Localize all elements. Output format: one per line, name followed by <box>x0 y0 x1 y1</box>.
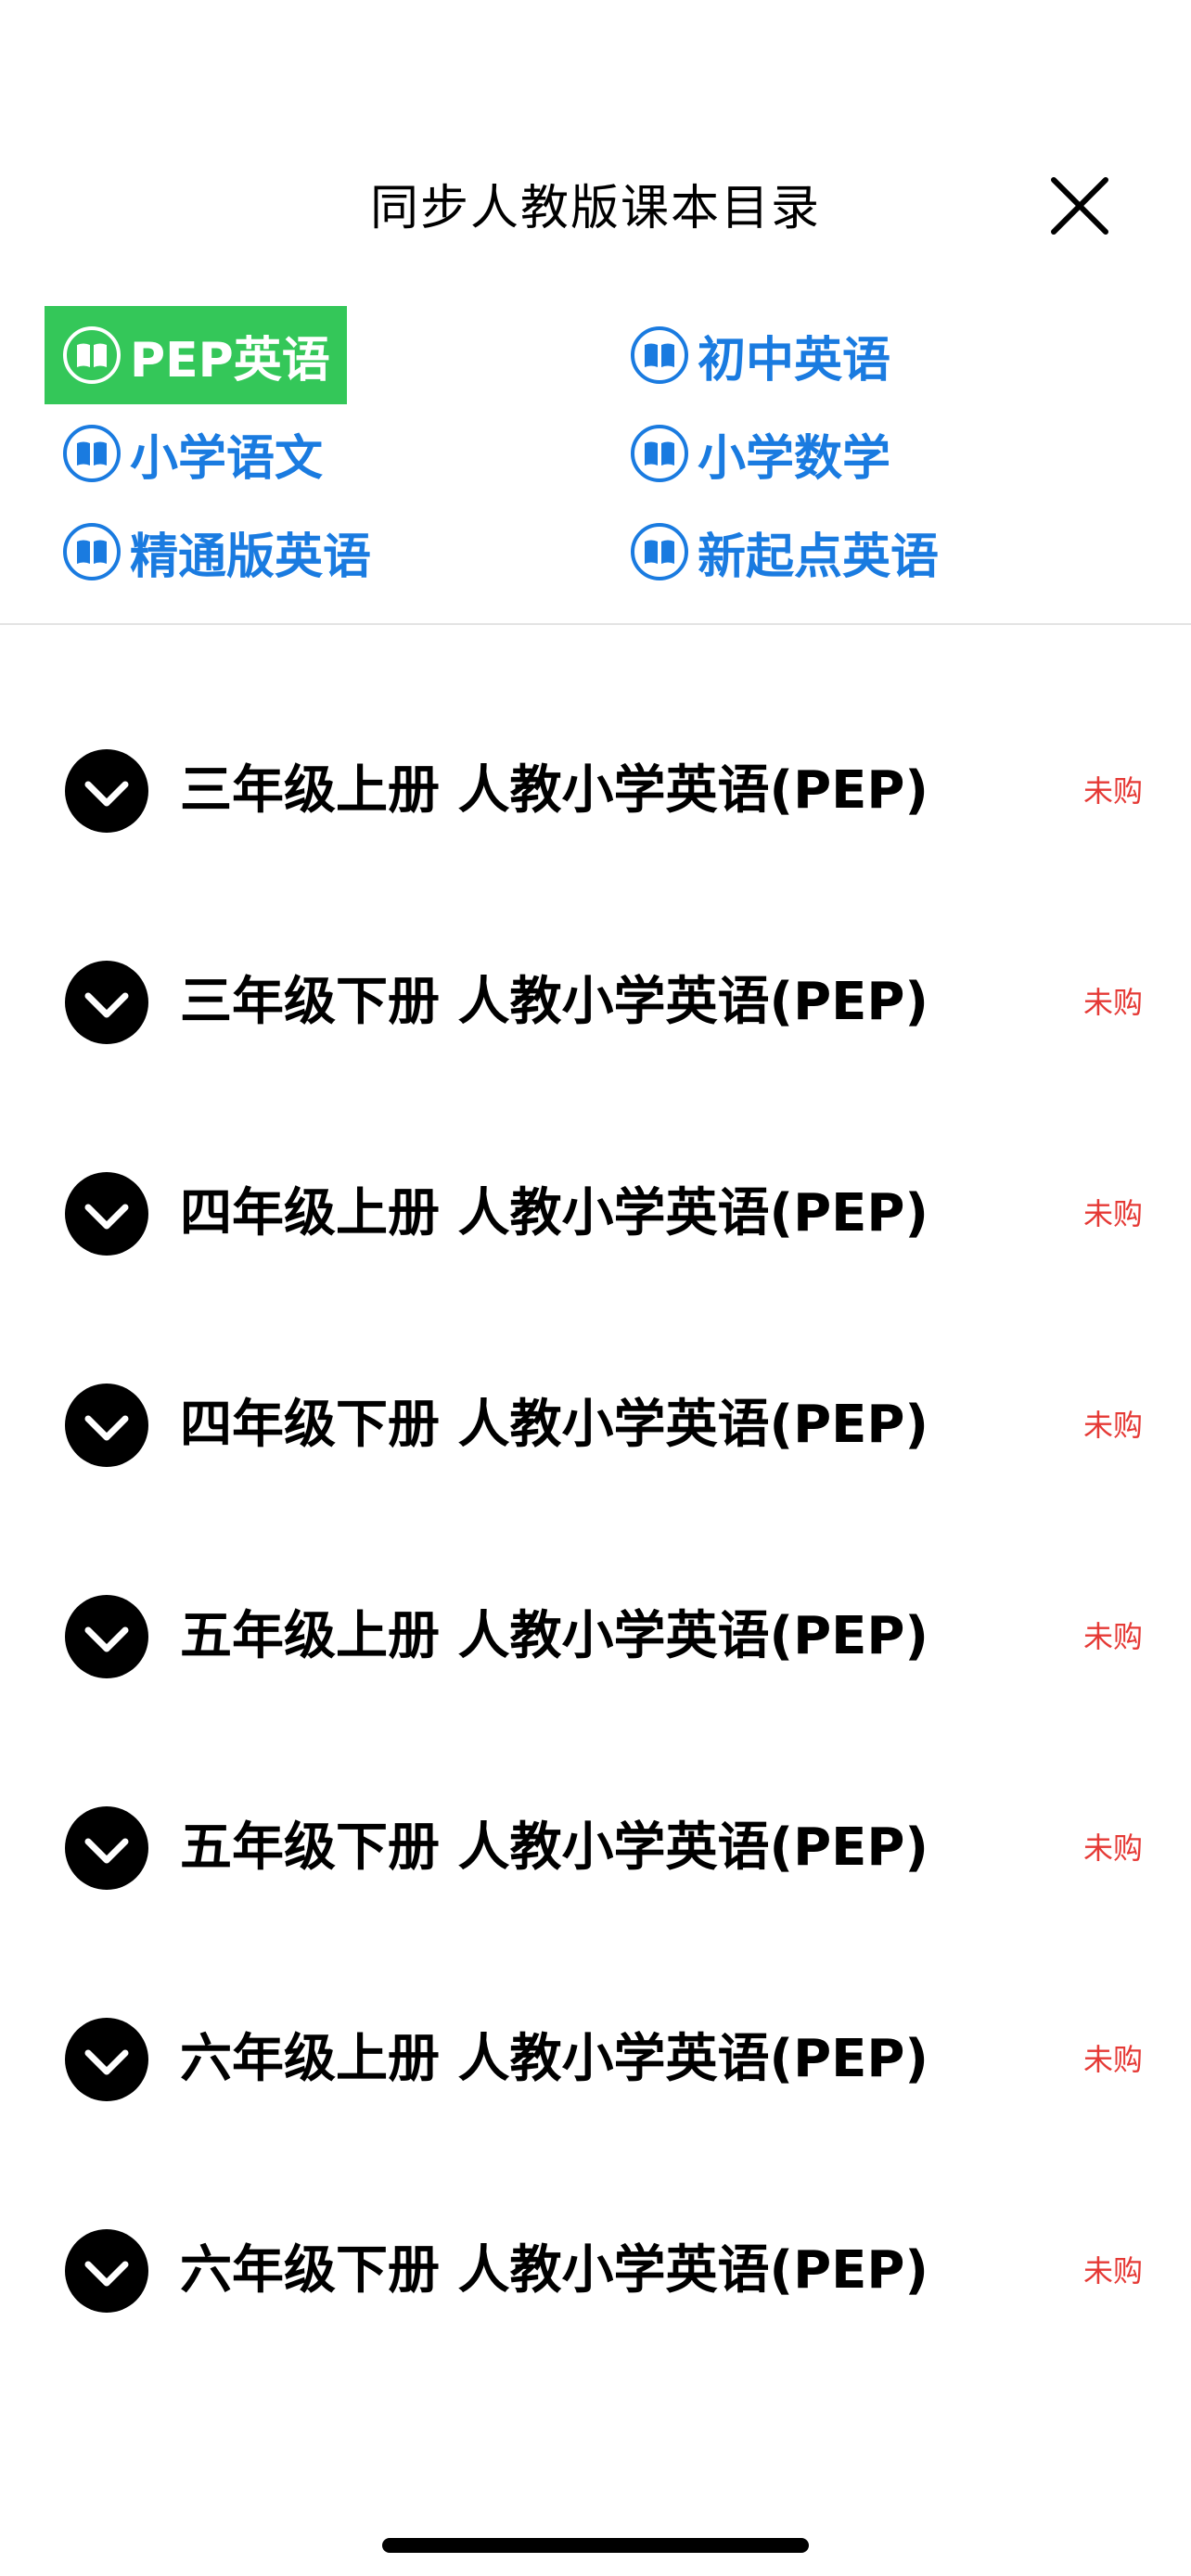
book-icon <box>629 423 690 484</box>
purchase-status: 未购 <box>1082 2253 1143 2289</box>
category-label: 小学语文 <box>130 430 324 487</box>
book-row[interactable]: 四年级上册 人教小学英语(PEP) 未购 <box>0 1126 1191 1302</box>
chevron-down-icon[interactable] <box>65 2229 148 2313</box>
book-row[interactable]: 五年级上册 人教小学英语(PEP) 未购 <box>0 1549 1191 1725</box>
book-icon <box>61 423 122 484</box>
purchase-status: 未购 <box>1082 985 1143 1020</box>
book-title: 三年级上册 人教小学英语(PEP) <box>180 760 929 821</box>
category-primary-math[interactable]: 小学数学 <box>612 404 907 503</box>
close-icon <box>1051 177 1108 235</box>
chevron-down-icon[interactable] <box>65 1595 148 1678</box>
category-jingtong-english[interactable]: 精通版英语 <box>45 503 388 601</box>
book-title: 五年级下册 人教小学英语(PEP) <box>180 1817 929 1878</box>
book-row[interactable]: 三年级下册 人教小学英语(PEP) 未购 <box>0 914 1191 1090</box>
book-title: 四年级下册 人教小学英语(PEP) <box>180 1395 929 1455</box>
category-pep-english[interactable]: PEP英语 <box>45 306 347 404</box>
book-row[interactable]: 六年级下册 人教小学英语(PEP) 未购 <box>0 2183 1191 2359</box>
chevron-down-icon[interactable] <box>65 961 148 1044</box>
chevron-down-icon[interactable] <box>65 749 148 833</box>
chevron-down-icon[interactable] <box>65 2018 148 2101</box>
book-title: 六年级下册 人教小学英语(PEP) <box>180 2240 929 2301</box>
category-label: 小学数学 <box>698 430 891 487</box>
purchase-status: 未购 <box>1082 773 1143 809</box>
book-title: 六年级上册 人教小学英语(PEP) <box>180 2029 929 2089</box>
category-primary-chinese[interactable]: 小学语文 <box>45 404 339 503</box>
purchase-status: 未购 <box>1082 2042 1143 2077</box>
category-xinqidian-english[interactable]: 新起点英语 <box>612 503 955 601</box>
chevron-down-icon[interactable] <box>65 1806 148 1890</box>
book-row[interactable]: 四年级下册 人教小学英语(PEP) 未购 <box>0 1337 1191 1513</box>
page-title: 同步人教版课本目录 <box>369 181 821 236</box>
category-label: 精通版英语 <box>130 529 372 585</box>
book-row[interactable]: 三年级上册 人教小学英语(PEP) 未购 <box>0 703 1191 879</box>
purchase-status: 未购 <box>1082 1196 1143 1231</box>
book-icon <box>629 325 690 386</box>
close-button[interactable] <box>1046 172 1113 239</box>
category-label: 新起点英语 <box>698 529 940 585</box>
purchase-status: 未购 <box>1082 1408 1143 1443</box>
book-row[interactable]: 五年级下册 人教小学英语(PEP) 未购 <box>0 1760 1191 1936</box>
chevron-down-icon[interactable] <box>65 1384 148 1467</box>
category-junior-english[interactable]: 初中英语 <box>612 306 907 404</box>
divider <box>0 623 1191 625</box>
book-title: 三年级下册 人教小学英语(PEP) <box>180 972 929 1032</box>
home-indicator <box>382 2538 809 2553</box>
purchase-status: 未购 <box>1082 1830 1143 1866</box>
header: 同步人教版课本目录 <box>0 148 1191 260</box>
book-icon <box>629 521 690 582</box>
category-label: PEP英语 <box>130 332 330 389</box>
book-row[interactable]: 六年级上册 人教小学英语(PEP) 未购 <box>0 1971 1191 2148</box>
purchase-status: 未购 <box>1082 1619 1143 1654</box>
chevron-down-icon[interactable] <box>65 1172 148 1256</box>
book-title: 四年级上册 人教小学英语(PEP) <box>180 1183 929 1243</box>
book-title: 五年级上册 人教小学英语(PEP) <box>180 1606 929 1666</box>
category-label: 初中英语 <box>698 332 891 389</box>
book-icon <box>61 325 122 386</box>
book-icon <box>61 521 122 582</box>
